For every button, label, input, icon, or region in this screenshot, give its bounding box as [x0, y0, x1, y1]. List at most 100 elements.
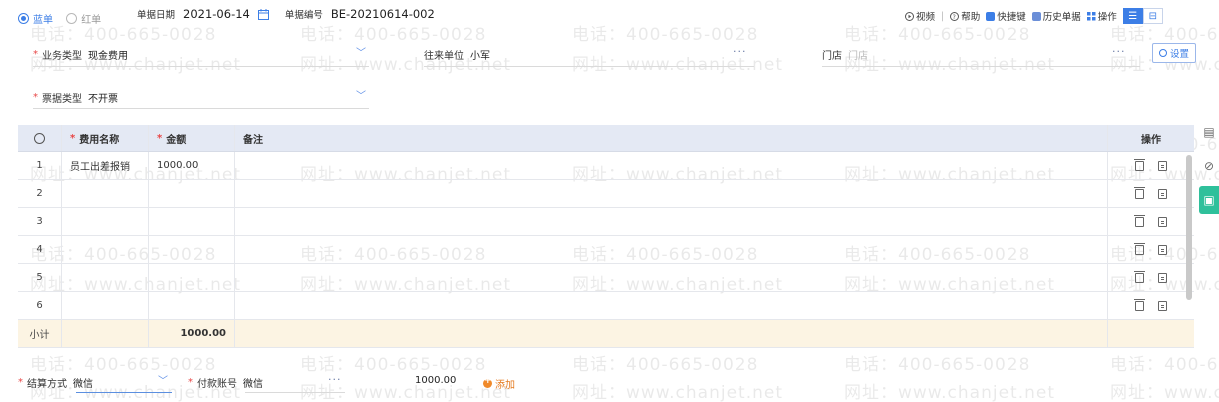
store-field: 门店 门店 [822, 47, 868, 62]
trash-icon[interactable] [1134, 270, 1145, 283]
document-icon [1031, 11, 1041, 21]
more-icon[interactable]: ··· [733, 45, 747, 58]
row-amount[interactable] [149, 264, 235, 291]
field-underline [822, 66, 1140, 67]
settle-method-value[interactable]: 微信 [73, 375, 93, 390]
row-expense-name[interactable]: 员工出差报销 [62, 152, 149, 179]
help-icon: ? [950, 11, 960, 21]
chevron-down-icon[interactable]: ﹀ [356, 87, 366, 102]
pay-account-value[interactable]: 微信 [243, 375, 263, 390]
table-row[interactable]: 1 员工出差报销 1000.00 [18, 152, 1194, 180]
radio-unchecked-icon [66, 13, 78, 24]
table-row[interactable]: 2 [18, 180, 1194, 208]
grid-icon [1086, 11, 1096, 20]
subtotal-amount: 1000.00 [149, 320, 235, 347]
row-expense-name[interactable] [62, 208, 149, 235]
field-underline [33, 66, 369, 67]
row-expense-name[interactable] [62, 292, 149, 319]
row-amount[interactable] [149, 292, 235, 319]
copy-icon[interactable] [1158, 300, 1167, 311]
table-row[interactable]: 6 [18, 292, 1194, 320]
chevron-down-icon[interactable]: ﹀ [158, 372, 168, 387]
plus-icon [483, 376, 492, 388]
invoice-type-value[interactable]: 不开票 [88, 90, 118, 105]
watermark-text: 网址：www.chanjet.net [572, 383, 784, 402]
toolbar-shortcut[interactable]: 快捷键 [986, 9, 1026, 23]
copy-icon[interactable] [1158, 216, 1167, 227]
row-amount[interactable] [149, 180, 235, 207]
row-amount[interactable] [149, 236, 235, 263]
row-amount[interactable] [149, 208, 235, 235]
toolbar-help-label: 帮助 [961, 12, 981, 23]
toolbar-history[interactable]: 历史单据 [1031, 9, 1081, 23]
calendar-icon[interactable] [257, 8, 269, 20]
list-view-button[interactable]: ☰ [1122, 8, 1143, 24]
image-icon[interactable]: ▣ [1199, 186, 1219, 214]
attachment-icon[interactable]: ⊘ [1199, 154, 1219, 178]
biz-type-value[interactable]: 现金费用 [88, 47, 128, 62]
row-index: 1 [18, 152, 62, 179]
toolbar-ops[interactable]: 操作 [1086, 9, 1117, 23]
radio-blue-bill[interactable]: 蓝单 [18, 11, 53, 26]
row-memo[interactable] [235, 292, 1108, 319]
subtotal-label: 小计 [18, 320, 62, 347]
gear-icon [1159, 49, 1167, 57]
trash-icon[interactable] [1134, 298, 1145, 311]
row-memo[interactable] [235, 208, 1108, 235]
partner-label: 往来单位 [424, 51, 464, 62]
bill-code-value: BE-20210614-002 [330, 7, 435, 21]
row-ops [1108, 180, 1194, 207]
pay-account-field: * 付款账号 微信 [188, 375, 263, 390]
trash-icon[interactable] [1134, 186, 1145, 199]
row-memo[interactable] [235, 264, 1108, 291]
row-memo[interactable] [235, 152, 1108, 179]
watermark-text: 电话：400-665-0028 [300, 25, 487, 45]
trash-icon[interactable] [1134, 214, 1145, 227]
more-icon[interactable]: ··· [328, 373, 342, 386]
required-mark: * [157, 132, 163, 144]
header-expense-name: * 费用名称 [62, 125, 149, 151]
row-memo[interactable] [235, 236, 1108, 263]
add-payment-button[interactable]: 添加 [483, 376, 515, 391]
copy-icon[interactable] [1158, 272, 1167, 283]
partner-field: 往来单位 小军 [424, 47, 490, 62]
more-icon[interactable]: ··· [1112, 45, 1126, 58]
copy-icon[interactable] [1158, 160, 1167, 171]
row-memo[interactable] [235, 180, 1108, 207]
payment-amount[interactable]: 1000.00 [415, 375, 456, 386]
settings-button[interactable]: 设置 [1152, 43, 1197, 63]
row-ops [1108, 152, 1194, 179]
bill-code-label: 单据编号 [284, 10, 323, 21]
store-placeholder[interactable]: 门店 [848, 47, 868, 62]
row-expense-name[interactable] [62, 236, 149, 263]
bill-date-label: 单据日期 [137, 10, 176, 21]
copy-icon[interactable] [1158, 188, 1167, 199]
chevron-down-icon[interactable]: ﹀ [356, 44, 366, 59]
radio-red-bill[interactable]: 红单 [66, 11, 101, 26]
toolbar-video[interactable]: 视频 [905, 9, 935, 23]
trash-icon[interactable] [1134, 242, 1145, 255]
required-mark: * [33, 49, 38, 60]
split-view-button[interactable]: ⊟ [1142, 8, 1163, 24]
toolbar-help[interactable]: ? 帮助 [950, 9, 980, 23]
row-expense-name[interactable] [62, 180, 149, 207]
notes-icon[interactable]: ▤ [1199, 120, 1219, 144]
table-row[interactable]: 3 [18, 208, 1194, 236]
trash-icon[interactable] [1134, 158, 1145, 171]
required-mark: * [188, 377, 193, 388]
table-scrollbar[interactable] [1186, 155, 1192, 300]
watermark-text: 网址：www.chanjet.net [572, 55, 784, 75]
partner-value[interactable]: 小军 [470, 47, 490, 62]
bill-date-value[interactable]: 2021-06-14 [183, 7, 250, 21]
toolbar-divider: | [941, 10, 945, 22]
watermark-text: 电话：400-665-0028 [30, 355, 217, 375]
column-settings-cell[interactable] [18, 125, 62, 151]
copy-icon[interactable] [1158, 244, 1167, 255]
row-amount[interactable]: 1000.00 [149, 152, 235, 179]
biz-type-field: * 业务类型 现金费用 [33, 47, 128, 62]
row-expense-name[interactable] [62, 264, 149, 291]
table-row[interactable]: 5 [18, 264, 1194, 292]
invoice-type-label: 票据类型 [42, 94, 82, 105]
table-row[interactable]: 4 [18, 236, 1194, 264]
toolbar-shortcut-label: 快捷键 [997, 12, 1026, 23]
